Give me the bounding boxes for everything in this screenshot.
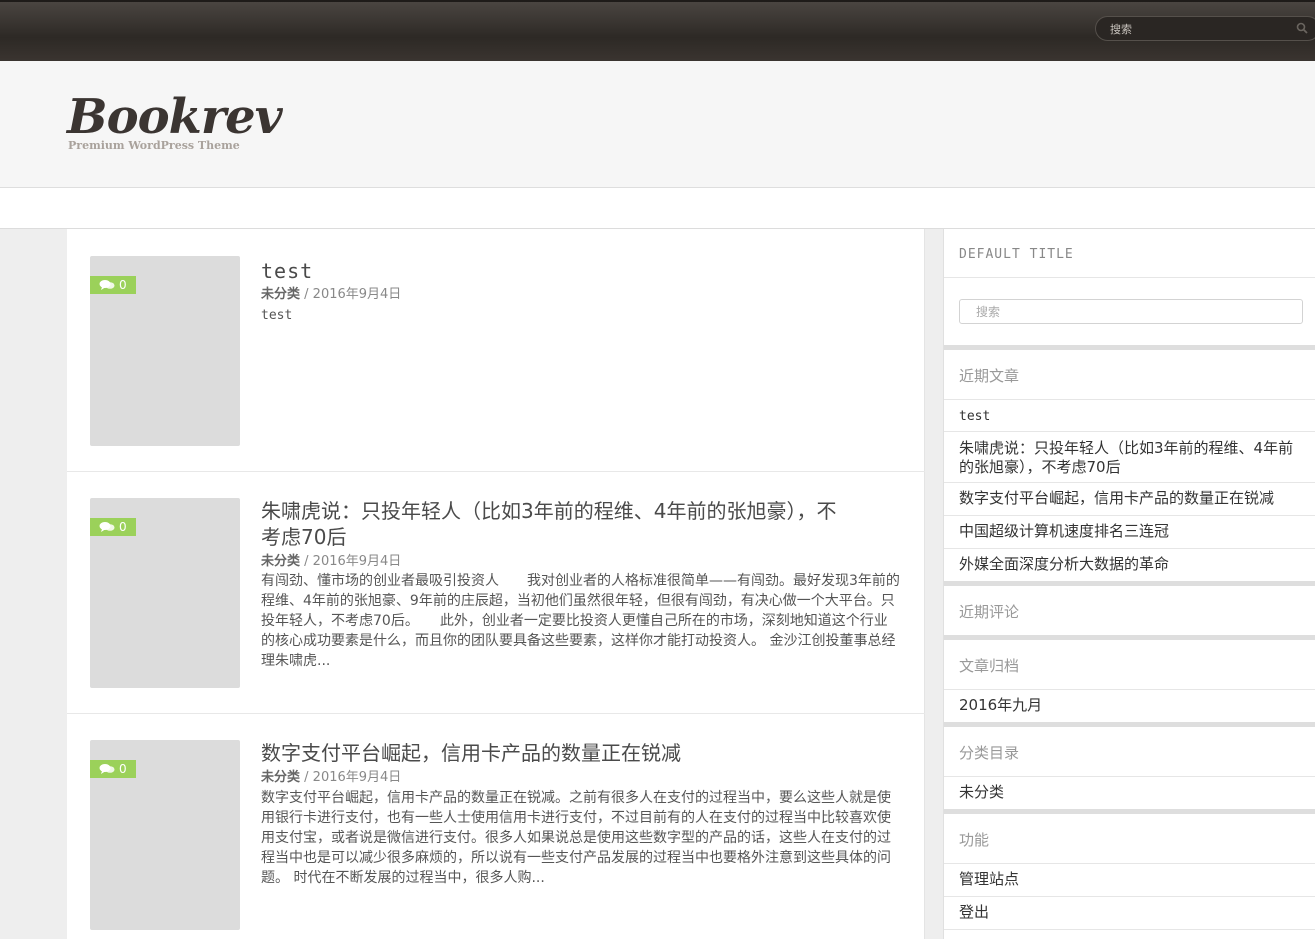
divider <box>944 277 1315 278</box>
site-logo[interactable]: Bookrev <box>67 89 283 145</box>
widget-title-archives: 文章归档 <box>959 657 1020 675</box>
divider <box>944 482 1315 483</box>
widget-separator <box>944 722 1315 727</box>
divider <box>944 431 1315 432</box>
comment-count-badge[interactable]: 0 <box>90 518 136 536</box>
meta-link-logout[interactable]: 登出 <box>959 903 1304 922</box>
post-title[interactable]: 朱啸虎说：只投年轻人（比如3年前的程维、4年前的张旭豪），不考虑70后 <box>261 498 851 550</box>
divider <box>944 863 1315 864</box>
search-icon[interactable] <box>1296 22 1308 34</box>
widget-title-meta: 功能 <box>959 831 990 849</box>
main-content: 0 test 未分类 / 2016年9月4日 test 0 朱啸虎说：只投年轻人… <box>67 229 925 939</box>
post-item: 0 数字支付平台崛起，信用卡产品的数量正在锐减 未分类 / 2016年9月4日 … <box>67 714 925 939</box>
post-meta: 未分类 / 2016年9月4日 <box>261 766 401 785</box>
comment-icon <box>99 764 115 774</box>
sidebar-search-box[interactable] <box>959 299 1303 324</box>
post-date: 2016年9月4日 <box>312 287 402 302</box>
post-item: 0 朱啸虎说：只投年轻人（比如3年前的程维、4年前的张旭豪），不考虑70后 未分… <box>67 472 925 714</box>
site-header: Bookrev Premium WordPress Theme <box>0 61 1315 188</box>
comment-count: 0 <box>119 278 127 292</box>
comment-count-badge[interactable]: 0 <box>90 760 136 778</box>
post-excerpt: test <box>261 308 293 323</box>
widget-separator <box>944 635 1315 640</box>
post-title[interactable]: test <box>261 258 861 284</box>
divider <box>944 929 1315 930</box>
divider <box>944 515 1315 516</box>
meta-separator: / <box>300 770 313 785</box>
recent-post-link[interactable]: 中国超级计算机速度排名三连冠 <box>959 522 1304 541</box>
site-tagline: Premium WordPress Theme <box>68 139 240 152</box>
meta-link-admin[interactable]: 管理站点 <box>959 870 1304 889</box>
divider <box>944 776 1315 777</box>
post-date: 2016年9月4日 <box>312 770 402 785</box>
post-thumbnail[interactable]: 0 <box>90 256 240 446</box>
top-search-box[interactable] <box>1095 16 1315 41</box>
comment-icon <box>99 522 115 532</box>
widget-title-categories: 分类目录 <box>959 744 1020 762</box>
post-item: 0 test 未分类 / 2016年9月4日 test <box>67 229 925 472</box>
comment-count: 0 <box>119 520 127 534</box>
category-link[interactable]: 未分类 <box>959 783 1304 802</box>
post-excerpt: 数字支付平台崛起，信用卡产品的数量正在锐减。之前有很多人在支付的过程当中，要么这… <box>261 790 891 886</box>
post-meta: 未分类 / 2016年9月4日 <box>261 550 401 569</box>
top-bar <box>0 0 1315 61</box>
widget-title-recent-comments: 近期评论 <box>959 603 1020 621</box>
post-category[interactable]: 未分类 <box>261 554 300 569</box>
post-meta: 未分类 / 2016年9月4日 <box>261 283 401 302</box>
post-excerpt: 有闯劲、懂市场的创业者最吸引投资人 我对创业者的人格标准很简单——有闯劲。最好发… <box>261 573 900 669</box>
widget-title-recent-posts: 近期文章 <box>959 367 1020 385</box>
widget-title-default: DEFAULT TITLE <box>959 247 1074 262</box>
divider <box>944 548 1315 549</box>
recent-post-link[interactable]: 外媒全面深度分析大数据的革命 <box>959 555 1304 574</box>
divider <box>944 689 1315 690</box>
post-date: 2016年9月4日 <box>312 554 402 569</box>
sidebar: DEFAULT TITLE 近期文章 test 朱啸虎说：只投年轻人（比如3年前… <box>943 229 1315 939</box>
recent-post-link[interactable]: 数字支付平台崛起，信用卡产品的数量正在锐减 <box>959 489 1304 508</box>
archive-link[interactable]: 2016年九月 <box>959 696 1304 715</box>
meta-separator: / <box>300 287 313 302</box>
post-thumbnail[interactable]: 0 <box>90 740 240 930</box>
meta-separator: / <box>300 554 313 569</box>
comment-icon <box>99 280 115 290</box>
post-category[interactable]: 未分类 <box>261 770 300 785</box>
widget-separator <box>944 345 1315 350</box>
divider <box>944 399 1315 400</box>
top-search-input[interactable] <box>1110 20 1290 38</box>
nav-strip <box>0 188 1315 229</box>
post-thumbnail[interactable]: 0 <box>90 498 240 688</box>
widget-separator <box>944 581 1315 586</box>
recent-post-link[interactable]: test <box>959 407 1304 426</box>
divider <box>944 896 1315 897</box>
comment-count-badge[interactable]: 0 <box>90 276 136 294</box>
post-title[interactable]: 数字支付平台崛起，信用卡产品的数量正在锐减 <box>261 740 861 766</box>
widget-separator <box>944 809 1315 814</box>
sidebar-search-input[interactable] <box>960 300 1302 323</box>
recent-post-link[interactable]: 朱啸虎说：只投年轻人（比如3年前的程维、4年前的张旭豪），不考虑70后 <box>959 439 1304 477</box>
post-category[interactable]: 未分类 <box>261 287 300 302</box>
comment-count: 0 <box>119 762 127 776</box>
